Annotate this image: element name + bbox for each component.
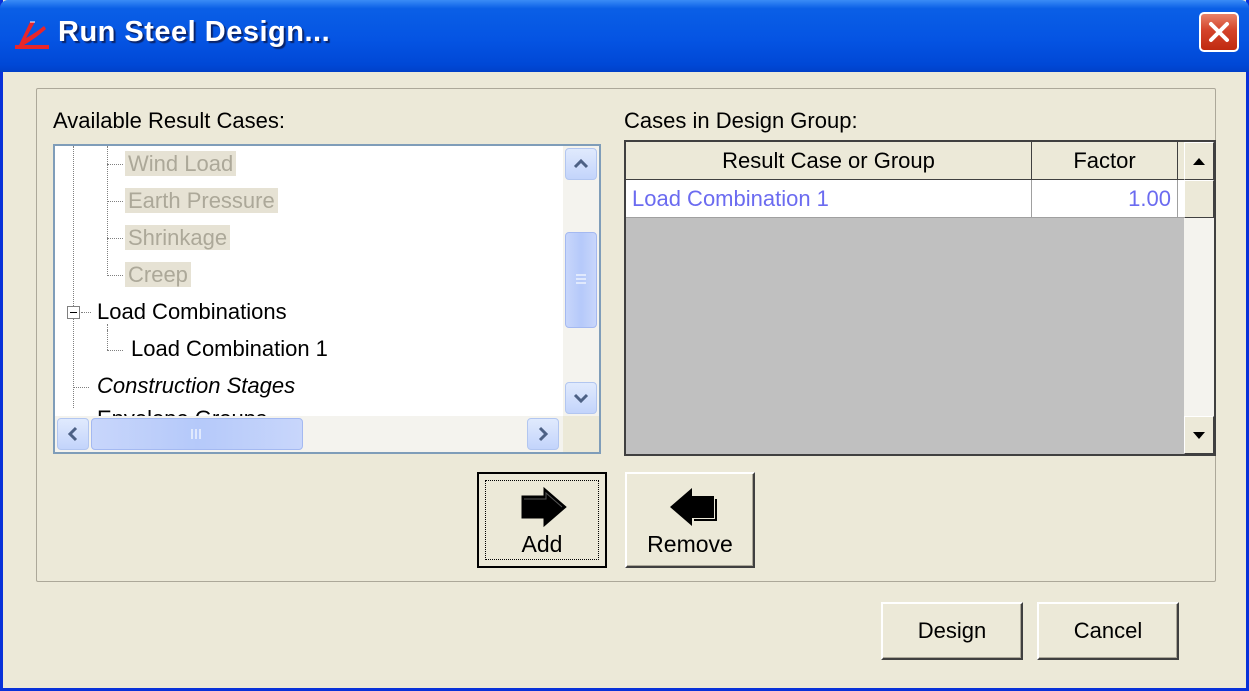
chevron-down-icon [573, 393, 589, 404]
available-result-cases-label: Available Result Cases: [53, 108, 285, 133]
grid-scroll-down-button[interactable] [1184, 416, 1214, 454]
title-bar[interactable]: Run Steel Design... [0, 0, 1249, 72]
scroll-corner [563, 416, 599, 452]
collapse-toggle-icon[interactable] [67, 306, 80, 319]
cases-in-design-group-label: Cases in Design Group: [624, 108, 858, 133]
tree-item-creep[interactable]: Creep [125, 258, 191, 292]
scroll-right-button[interactable] [527, 418, 559, 450]
tree-item-earth-pressure[interactable]: Earth Pressure [125, 184, 278, 218]
scroll-up-button[interactable] [565, 148, 597, 180]
design-group-grid[interactable]: Result Case or Group Factor Load Combina… [624, 140, 1216, 456]
window-title: Run Steel Design... [58, 16, 331, 48]
tree-vertical-scrollbar[interactable] [563, 146, 599, 416]
close-icon [1209, 22, 1229, 42]
grid-scroll-up-button[interactable] [1184, 142, 1214, 180]
tree-item-shrinkage[interactable]: Shrinkage [125, 221, 231, 255]
scroll-left-button[interactable] [57, 418, 89, 450]
design-button-label: Design [917, 618, 987, 643]
triangle-down-icon [1193, 432, 1205, 439]
result-cases-tree[interactable]: Wind Load Earth Pressure Shrinkage Creep… [53, 144, 601, 454]
tree-item-load-combination-1[interactable]: Load Combination 1 [131, 332, 328, 366]
grid-scroll-thumb[interactable] [1184, 180, 1214, 218]
column-header-factor[interactable]: Factor [1032, 142, 1178, 180]
dialog-window: Run Steel Design... Available Result Cas… [0, 0, 1249, 691]
tree-item-construction-stages[interactable]: Construction Stages [97, 369, 295, 403]
scroll-down-button[interactable] [565, 382, 597, 414]
chevron-right-icon [538, 426, 549, 442]
grid-cell-case[interactable]: Load Combination 1 [626, 180, 1032, 218]
grid-vertical-scrollbar[interactable] [1184, 142, 1214, 454]
remove-button[interactable]: Remove [625, 472, 755, 568]
scroll-thumb[interactable] [565, 232, 597, 328]
grid-cell-factor[interactable]: 1.00 [1032, 180, 1178, 218]
app-logo-icon [15, 21, 49, 49]
chevron-up-icon [573, 158, 589, 169]
tree-horizontal-scrollbar[interactable] [55, 416, 563, 452]
horizontal-scroll-thumb[interactable] [91, 418, 303, 450]
tree-item-load-combinations[interactable]: Load Combinations [97, 295, 287, 329]
triangle-up-icon [1193, 158, 1205, 165]
column-header-result-case[interactable]: Result Case or Group [626, 142, 1032, 180]
remove-button-label: Remove [647, 531, 733, 557]
arrow-right-icon [521, 486, 567, 528]
close-button[interactable] [1199, 12, 1239, 52]
cancel-button[interactable]: Cancel [1037, 602, 1179, 660]
design-button[interactable]: Design [881, 602, 1023, 660]
tree-item-envelope-groups[interactable]: Envelope Groups [97, 402, 267, 416]
add-button-label: Add [521, 531, 563, 557]
cancel-button-label: Cancel [1073, 618, 1143, 643]
add-button[interactable]: Add [477, 472, 607, 568]
chevron-left-icon [67, 426, 78, 442]
tree-item-wind-load[interactable]: Wind Load [125, 147, 237, 181]
arrow-left-icon [670, 488, 717, 526]
